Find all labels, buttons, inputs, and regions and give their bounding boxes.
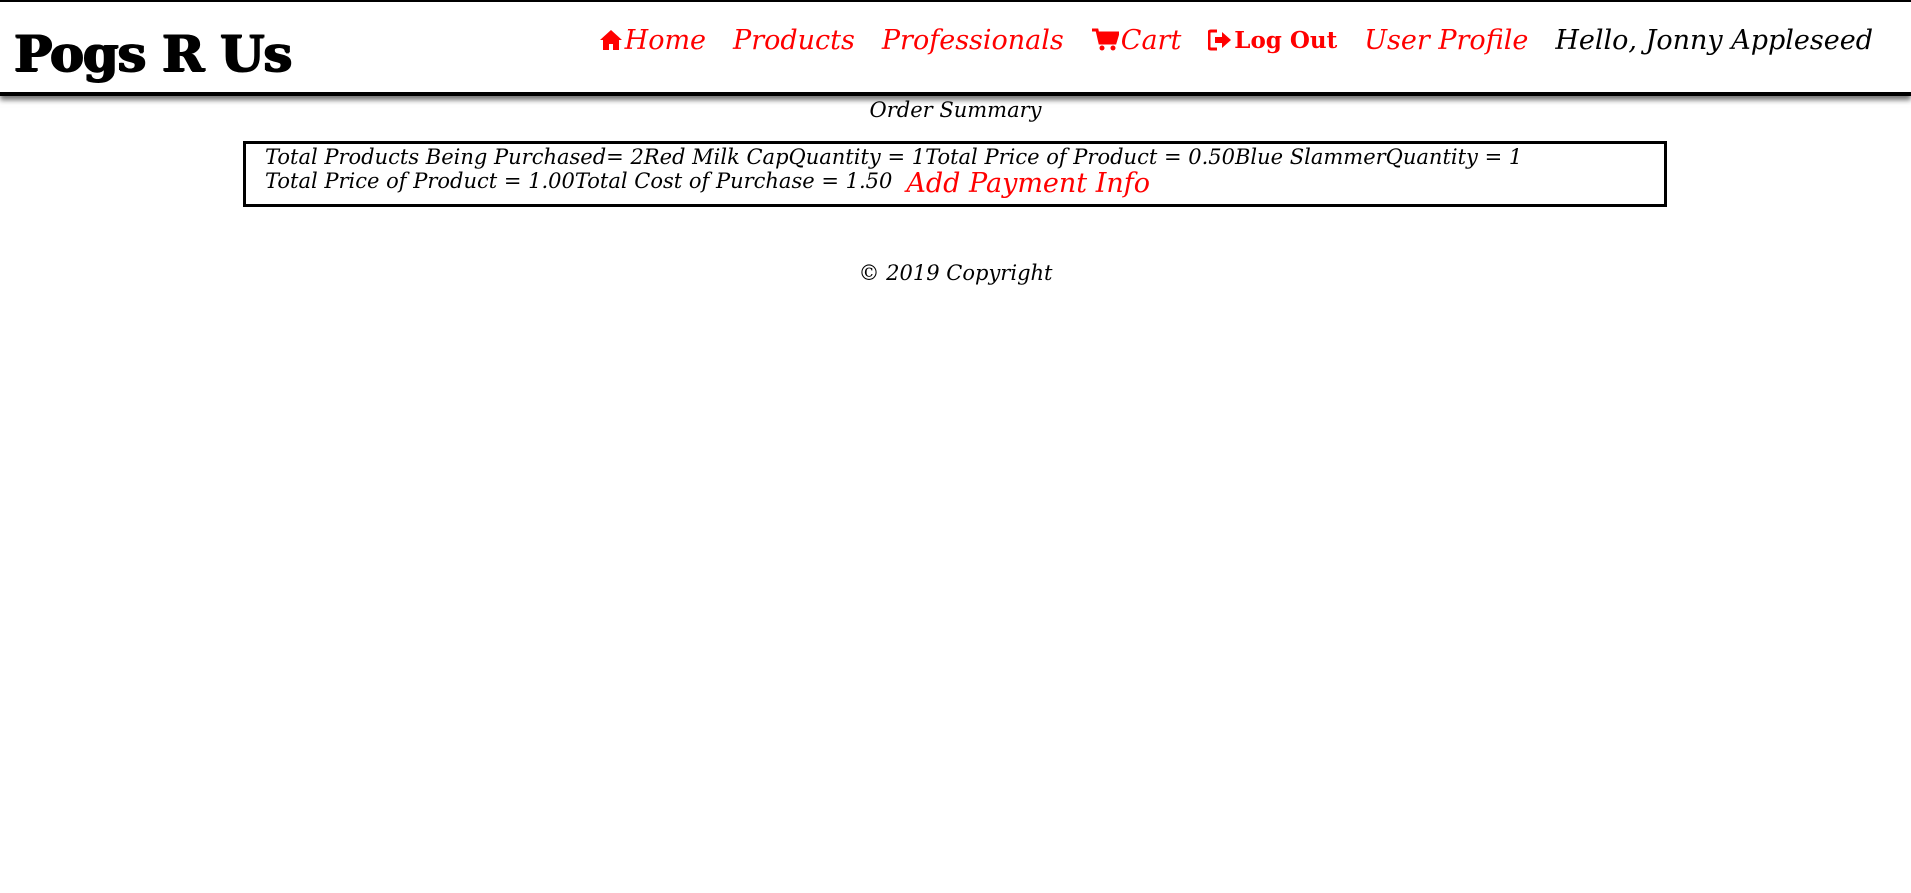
nav-logout-label: Log Out — [1234, 26, 1338, 54]
order-summary-title: Order Summary — [869, 98, 1042, 122]
order-summary-line-2-row: Total Price of Product = 1.00Total Cost … — [265, 166, 1150, 197]
nav-home-link[interactable]: Home — [599, 25, 706, 56]
order-summary-line-2: Total Price of Product = 1.00Total Cost … — [265, 169, 893, 193]
add-payment-info-link[interactable]: Add Payment Info — [906, 170, 1150, 197]
nav-menu: Home Products Professionals Cart Log Out… — [572, 20, 1873, 60]
nav-cart-link[interactable]: Cart — [1091, 24, 1182, 56]
cart-icon — [1091, 28, 1119, 52]
nav-logout-link[interactable]: Log Out — [1208, 27, 1337, 54]
brand-logo[interactable]: Pogs R Us — [14, 24, 292, 84]
home-icon — [599, 29, 623, 51]
order-summary-box: Total Products Being Purchased= 2Red Mil… — [243, 141, 1667, 207]
footer-copyright: © 2019 Copyright — [858, 261, 1053, 285]
nav-home-label: Home — [624, 24, 707, 56]
nav-products-link[interactable]: Products — [733, 25, 855, 56]
logout-icon — [1208, 29, 1232, 51]
nav-profile-link[interactable]: User Profile — [1364, 25, 1528, 56]
nav-professionals-link[interactable]: Professionals — [882, 25, 1064, 56]
nav-cart-label: Cart — [1120, 24, 1182, 56]
user-greeting: Hello, Jonny Appleseed — [1555, 24, 1873, 56]
navbar: Pogs R Us Home Products Professionals Ca… — [0, 0, 1911, 96]
